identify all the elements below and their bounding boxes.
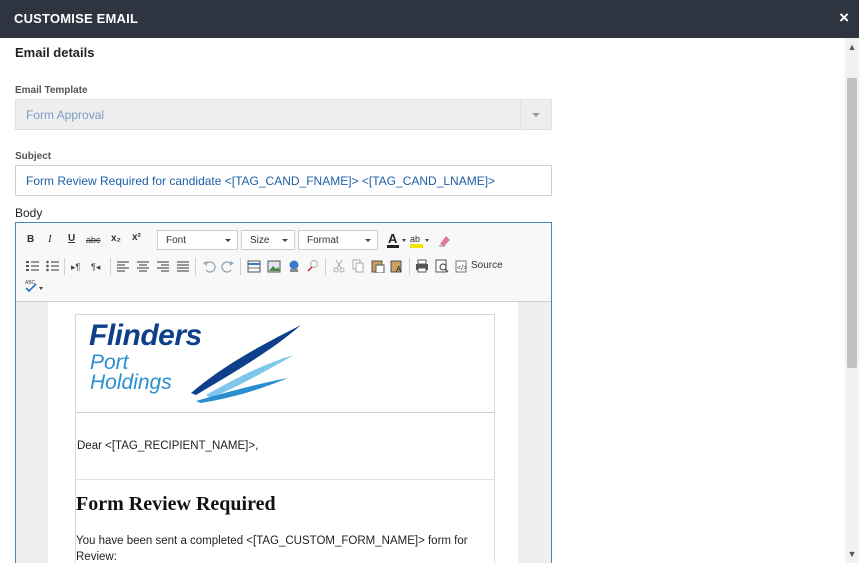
text-color-icon[interactable]: A (386, 231, 408, 249)
dialog-title: CUSTOMISE EMAIL (14, 11, 139, 26)
toolbar-separator (325, 258, 326, 275)
font-dropdown[interactable]: Font (157, 230, 238, 250)
subject-input[interactable]: Form Review Required for candidate <[TAG… (15, 165, 552, 196)
dialog-titlebar: CUSTOMISE EMAIL × (0, 0, 859, 38)
underline-button[interactable]: U (68, 233, 75, 244)
editor-toolbar: B I U abc x₂ x² Font Size Format A ab ▸¶… (16, 223, 551, 302)
align-center-icon[interactable] (136, 259, 150, 273)
rtl-icon[interactable]: ¶◂ (91, 259, 105, 273)
preview-icon[interactable] (435, 259, 449, 273)
image-icon[interactable] (267, 259, 281, 273)
toolbar-separator (195, 258, 196, 275)
svg-text:¶◂: ¶◂ (91, 262, 101, 272)
undo-icon[interactable] (202, 259, 216, 273)
email-heading: Form Review Required (76, 493, 276, 515)
format-dropdown[interactable]: Format (298, 230, 378, 250)
greeting-text: Dear <[TAG_RECIPIENT_NAME]>, (77, 440, 259, 452)
scroll-up-icon[interactable]: ▲ (845, 40, 859, 54)
copy-icon[interactable] (351, 259, 365, 273)
select-divider (520, 100, 521, 129)
cut-icon[interactable] (332, 259, 346, 273)
svg-text:A: A (396, 265, 402, 273)
template-select[interactable]: Form Approval (15, 99, 552, 130)
format-dropdown-label: Format (307, 235, 339, 246)
print-icon[interactable] (415, 259, 429, 273)
remove-format-icon[interactable] (437, 232, 453, 248)
paste-icon[interactable] (371, 259, 385, 273)
section-title: Email details (15, 45, 95, 60)
spellcheck-icon[interactable]: ABC (25, 278, 49, 294)
greeting-cell: Dear <[TAG_RECIPIENT_NAME]>, (76, 414, 494, 480)
vertical-scrollbar[interactable]: ▲ ▼ (845, 38, 859, 563)
redo-icon[interactable] (221, 259, 235, 273)
source-button[interactable]: Source (471, 260, 503, 271)
subscript-button[interactable]: x₂ (111, 233, 121, 244)
toolbar-separator (409, 258, 410, 275)
numbered-list-icon[interactable] (25, 259, 39, 273)
link-icon[interactable] (287, 259, 301, 273)
align-left-icon[interactable] (116, 259, 130, 273)
template-label: Email Template (15, 85, 88, 96)
svg-text:▸¶: ▸¶ (71, 262, 81, 272)
toolbar-separator (110, 258, 111, 275)
justify-icon[interactable] (176, 259, 190, 273)
subject-label: Subject (15, 151, 52, 162)
scroll-down-icon[interactable]: ▼ (845, 547, 859, 561)
size-dropdown-label: Size (250, 235, 270, 246)
company-logo-port: Port (90, 351, 129, 374)
body-editor[interactable]: B I U abc x₂ x² Font Size Format A ab ▸¶… (15, 222, 552, 563)
template-select-value: Form Approval (26, 108, 105, 122)
close-icon[interactable]: × (839, 9, 849, 27)
logo-cell: Flinders Port Holdings (76, 315, 494, 413)
chevron-down-icon (532, 113, 540, 117)
toolbar-separator (64, 258, 65, 275)
email-document: Flinders Port Holdings Dear <[TAG_RECIPI… (48, 302, 518, 563)
toolbar-separator (240, 258, 241, 275)
svg-text:</>: </> (457, 265, 467, 272)
ltr-icon[interactable]: ▸¶ (71, 259, 85, 273)
body-label: Body (15, 206, 43, 220)
svg-text:A: A (388, 231, 398, 246)
logo-swoosh-icon (191, 325, 301, 403)
source-icon[interactable]: </> (455, 259, 469, 273)
strikethrough-button[interactable]: abc (86, 235, 101, 245)
font-dropdown-label: Font (166, 235, 187, 246)
unlink-icon[interactable] (306, 259, 320, 273)
background-color-icon[interactable]: ab (409, 231, 431, 249)
subject-value: Form Review Required for candidate <[TAG… (26, 174, 496, 188)
scrollbar-thumb[interactable] (847, 78, 857, 368)
chevron-down-icon (365, 239, 371, 242)
svg-text:ab: ab (410, 234, 420, 244)
table-icon[interactable] (247, 259, 261, 273)
dialog-content: Email details Email Template Form Approv… (0, 38, 845, 563)
email-table: Flinders Port Holdings Dear <[TAG_RECIPI… (75, 314, 495, 563)
bullet-list-icon[interactable] (45, 259, 59, 273)
email-paragraph: You have been sent a completed <[TAG_CUS… (76, 535, 468, 563)
superscript-button[interactable]: x² (132, 232, 141, 243)
editor-content-area[interactable]: Flinders Port Holdings Dear <[TAG_RECIPI… (16, 302, 551, 563)
size-dropdown[interactable]: Size (241, 230, 295, 250)
company-logo-holdings: Holdings (90, 371, 172, 394)
chevron-down-icon (282, 239, 288, 242)
align-right-icon[interactable] (156, 259, 170, 273)
bold-button[interactable]: B (27, 234, 34, 245)
chevron-down-icon (225, 239, 231, 242)
paste-text-icon[interactable]: A (390, 259, 404, 273)
italic-button[interactable]: I (48, 233, 52, 245)
